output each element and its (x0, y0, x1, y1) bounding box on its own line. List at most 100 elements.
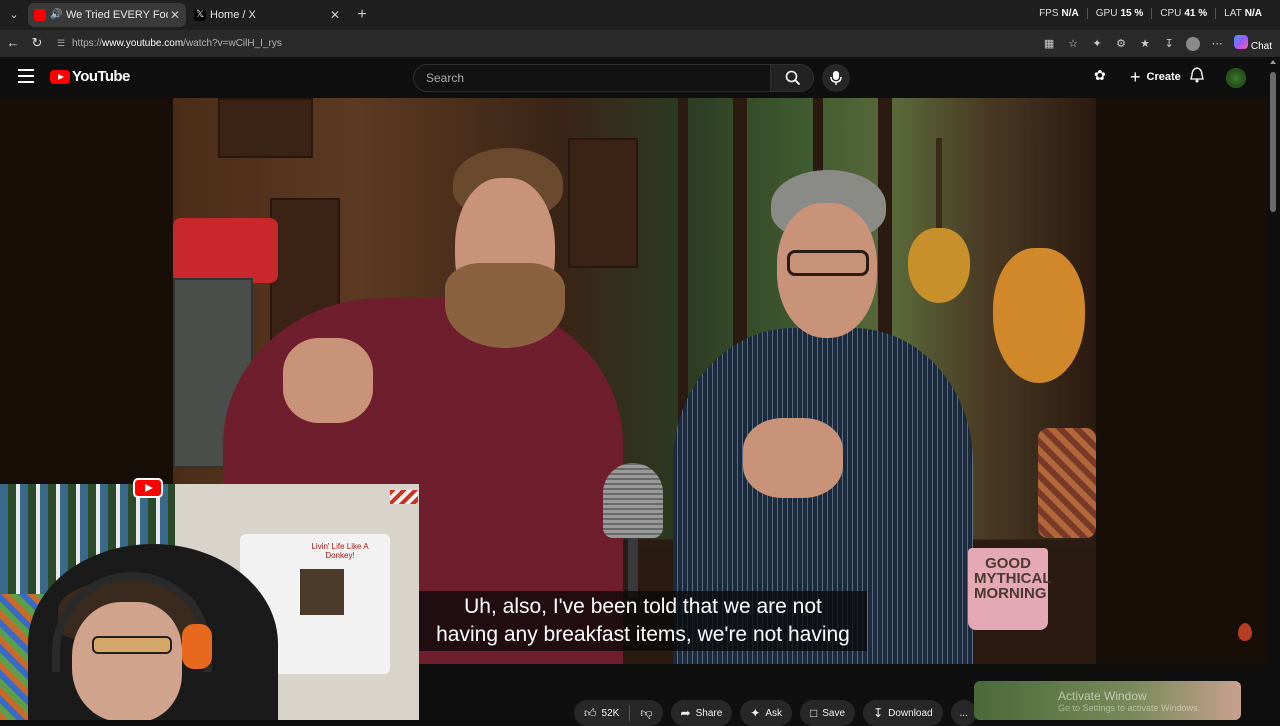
thumbs-down-icon: 👎︎ (640, 705, 653, 720)
dislike-button[interactable]: 👎︎ (630, 700, 662, 726)
stat-fps: FPS N/A (1039, 8, 1079, 19)
x-favicon-icon: 𝕏 (194, 9, 206, 21)
scroll-up-arrow-icon[interactable] (1270, 60, 1276, 64)
webcam-overlay: Livin' Life Like A Donkey! (0, 484, 419, 720)
download-icon[interactable]: ↧ (1162, 37, 1176, 50)
shirt-graphic (300, 569, 344, 615)
app-available-icon[interactable]: ▦ (1042, 37, 1056, 50)
channel-avatar[interactable] (1226, 68, 1246, 88)
bookmark-icon: □ (810, 706, 818, 720)
address-bar[interactable]: ☰ https://www.youtube.com/watch?v=wCilH_… (52, 33, 992, 54)
url-path: /watch?v=wCilH_I_rys (183, 38, 282, 49)
wall-shelf (568, 138, 638, 268)
ask-button[interactable]: ✦ Ask (740, 700, 793, 726)
favorite-star-icon[interactable]: ☆ (1066, 37, 1080, 50)
acoustic-guitar (993, 248, 1085, 383)
tab-title: We Tried EVERY Food At Taco (66, 9, 168, 21)
tab-close-icon[interactable]: ✕ (168, 8, 182, 22)
tab-title: Home / X (210, 9, 256, 21)
chat-label: Chat (1250, 41, 1272, 52)
mic-stand (628, 538, 638, 598)
like-button[interactable]: 👍︎ 52K (574, 700, 629, 726)
studio-microphone (603, 463, 663, 538)
video-actions: 👍︎ 52K 👎︎ ➦ Share ✦ Ask □ Save ↧ Downloa… (574, 700, 977, 726)
save-button[interactable]: □ Save (800, 700, 856, 726)
share-arrow-icon: ➦ (680, 706, 691, 720)
share-button[interactable]: ➦ Share (670, 700, 733, 726)
reload-icon[interactable]: ↻ (28, 34, 46, 52)
profile-avatar[interactable] (1186, 36, 1201, 51)
create-button[interactable]: + Create (1120, 63, 1191, 91)
copilot-chat-button[interactable]: Chat (1234, 35, 1272, 52)
activate-windows-title: Activate Window (1058, 689, 1147, 703)
url-prefix: https:// (72, 38, 103, 49)
gmm-mug: GOOD MYTHICAL MORNING (968, 548, 1052, 630)
extension-puzzle-icon[interactable]: ✦ (1090, 37, 1104, 50)
more-actions-label: ... (959, 707, 968, 719)
scrollbar-thumb[interactable] (1270, 72, 1276, 212)
tab-x[interactable]: 𝕏 Home / X ✕ (188, 3, 346, 27)
copilot-icon (1234, 35, 1249, 49)
more-menu-icon[interactable]: ⋯ (1210, 37, 1224, 50)
host-right-hands (743, 418, 843, 498)
like-count: 52K (601, 707, 620, 719)
guitar-neck (936, 138, 942, 238)
search-input[interactable]: Search (413, 64, 771, 92)
electric-guitar (908, 228, 970, 303)
site-info-icon[interactable]: ☰ (57, 33, 65, 54)
hamburger-menu-icon[interactable] (18, 69, 34, 83)
mug-text: GOOD MYTHICAL MORNING (974, 555, 1052, 602)
browser-tab-bar: ⌄ 🔊 We Tried EVERY Food At Taco ✕ 𝕏 Home… (0, 0, 1280, 30)
caption-line-2: having any breakfast items, we're not ha… (436, 623, 850, 646)
guitar-neck (1035, 138, 1041, 258)
favorites-icon[interactable]: ★ (1138, 37, 1152, 50)
new-tab-plus-icon[interactable]: + (352, 5, 372, 25)
host-right-glasses (787, 250, 869, 276)
speaker-icon[interactable]: 🔊 (50, 9, 62, 21)
toolbar-icons: ▦ ☆ ✦ ⚙ ★ ↧ ⋯ Chat (1042, 33, 1272, 54)
youtube-header: YouTube Search ✿ + Create (0, 57, 1280, 98)
plus-icon: + (1130, 67, 1141, 87)
studio-icon[interactable]: ✿ (1094, 67, 1106, 84)
stat-gpu: GPU 15 % (1086, 8, 1151, 19)
activate-windows-subtitle: Go to Settings to activate Windows. (1058, 703, 1201, 713)
striped-flag (390, 490, 418, 504)
youtube-play-icon (50, 69, 70, 84)
headset-earcup (182, 624, 212, 669)
shirt-text: Livin' Life Like A Donkey! (311, 542, 369, 560)
extension-icon[interactable]: ⚙ (1114, 37, 1128, 50)
stat-cpu: CPU 41 % (1151, 8, 1215, 19)
ask-label: Ask (765, 707, 783, 719)
recommended-video-thumbnail[interactable]: Activate Window Go to Settings to activa… (974, 681, 1241, 720)
red-blanket (173, 218, 278, 283)
patterned-pillow (1038, 428, 1096, 538)
performance-overlay: FPS N/A GPU 15 % CPU 41 % LAT N/A (1031, 8, 1270, 19)
youtube-logo[interactable]: YouTube (50, 68, 130, 85)
mic-icon (830, 71, 842, 85)
sparkle-icon: ✦ (750, 706, 761, 720)
back-arrow-icon[interactable]: ← (4, 34, 22, 52)
wall-shelf (218, 98, 313, 158)
search-button[interactable] (770, 64, 814, 92)
share-label: Share (695, 707, 723, 719)
thumbs-up-icon: 👍︎ (584, 705, 597, 720)
youtube-wordmark: YouTube (72, 68, 130, 85)
tab-close-icon[interactable]: ✕ (328, 8, 342, 22)
download-button[interactable]: ↧ Download (863, 700, 943, 726)
more-actions-button[interactable]: ... (950, 700, 977, 726)
bell-icon[interactable] (1190, 67, 1204, 86)
channel-watermark-icon[interactable] (1238, 623, 1252, 641)
caption-line-1: Uh, also, I've been told that we are not (464, 595, 822, 618)
url-domain: www.youtube.com (102, 38, 184, 49)
video-captions: Uh, also, I've been told that we are not… (419, 591, 867, 651)
search-icon (785, 70, 801, 86)
host-left-beard (445, 263, 565, 348)
tab-youtube[interactable]: 🔊 We Tried EVERY Food At Taco ✕ (28, 3, 186, 27)
tab-list-chevron-down-icon[interactable]: ⌄ (4, 5, 24, 25)
voice-search-button[interactable] (822, 64, 850, 92)
youtube-badge-icon (133, 478, 163, 498)
youtube-favicon-icon (34, 9, 46, 21)
stat-lat: LAT N/A (1215, 8, 1270, 19)
download-label: Download (888, 707, 933, 719)
like-dislike-group: 👍︎ 52K 👎︎ (574, 700, 663, 726)
